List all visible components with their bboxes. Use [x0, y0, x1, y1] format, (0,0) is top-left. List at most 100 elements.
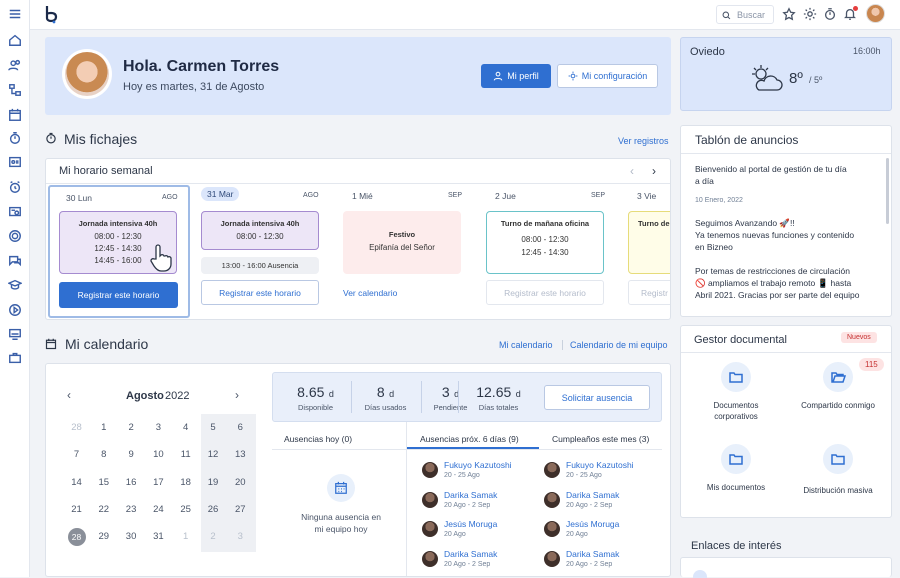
calendar-day[interactable]: 15	[90, 469, 117, 496]
calendar-day[interactable]: 2	[118, 414, 145, 441]
calendar-day[interactable]: 5	[200, 414, 227, 441]
play-icon[interactable]	[7, 302, 23, 318]
target-icon[interactable]	[7, 228, 23, 244]
see-records-link[interactable]: Ver registros	[618, 136, 669, 146]
calendar-day[interactable]: 13	[227, 441, 254, 468]
search-box[interactable]: Buscar	[716, 5, 774, 24]
absence-list-item[interactable]: Fukuyo Kazutoshi 20 - 25 Ago	[422, 460, 540, 486]
next-month-arrow[interactable]: ›	[235, 388, 239, 402]
calendar-day[interactable]: 28	[63, 414, 90, 441]
calendar-day[interactable]: 3	[145, 414, 172, 441]
absence-list-item[interactable]: Darika Samak 20 Ago - 2 Sep	[544, 549, 662, 575]
calendar-day[interactable]: 2	[200, 523, 227, 550]
shift-block[interactable]: Jornada intensiva 40h 08:00 - 12:30	[201, 211, 319, 250]
day-column-selected[interactable]: 30 Lun AGO Jornada intensiva 40h 08:00 -…	[48, 185, 190, 318]
register-schedule-button[interactable]: Registrar este horario	[201, 280, 319, 305]
calendar-day[interactable]: 21	[63, 496, 90, 523]
person-name[interactable]: Jesús Moruga	[566, 519, 619, 529]
chat-icon[interactable]	[7, 253, 23, 269]
calendar-day[interactable]: 11	[172, 441, 199, 468]
absence-dates: 20 Ago - 2 Sep	[566, 560, 613, 568]
calendar-day[interactable]: 31	[145, 523, 172, 550]
tab-absences-today[interactable]: Ausencias hoy (0)	[284, 434, 352, 444]
person-name[interactable]: Darika Samak	[566, 490, 619, 500]
org-chart-icon[interactable]	[7, 82, 23, 98]
tab-birthdays[interactable]: Cumpleaños este mes (3)	[552, 434, 649, 444]
absence-list-item[interactable]: Jesús Moruga 20 Ago	[422, 519, 540, 545]
calendar-day[interactable]: 22	[90, 496, 117, 523]
person-name[interactable]: Fukuyo Kazutoshi	[566, 460, 634, 470]
doc-folder-mine[interactable]: Mis documentos	[694, 444, 778, 500]
next-week-arrow[interactable]: ›	[652, 164, 656, 178]
home-icon[interactable]	[7, 32, 23, 48]
calendar-day[interactable]: 6	[227, 414, 254, 441]
register-schedule-button[interactable]: Registrar este horario	[59, 282, 178, 308]
alarm-icon[interactable]	[7, 179, 23, 195]
calendar-day[interactable]: 12	[200, 441, 227, 468]
monitor-icon[interactable]	[7, 326, 23, 342]
shift-block[interactable]: Turno de	[628, 211, 670, 274]
calendar-day[interactable]: 27	[227, 496, 254, 523]
id-card-icon[interactable]	[7, 154, 23, 170]
prev-month-arrow[interactable]: ‹	[67, 388, 71, 402]
shift-time: 12:45 - 14:30	[521, 248, 569, 257]
my-calendar-link[interactable]: Mi calendario	[499, 340, 553, 350]
calendar-day[interactable]: 9	[118, 441, 145, 468]
calendar-day[interactable]: 23	[118, 496, 145, 523]
gear-icon[interactable]	[803, 7, 817, 26]
my-config-button[interactable]: Mi configuración	[557, 64, 658, 88]
calendar-day[interactable]: 24	[145, 496, 172, 523]
calendar-day[interactable]: 3	[227, 523, 254, 550]
prev-week-arrow[interactable]: ‹	[630, 164, 634, 178]
calendar-icon[interactable]	[7, 107, 23, 123]
doc-folder-shared[interactable]: Compartido conmigo	[796, 362, 880, 428]
person-name[interactable]: Darika Samak	[566, 549, 619, 559]
doc-folder-distribution[interactable]: Distribución masiva	[796, 444, 880, 500]
user-avatar[interactable]	[866, 4, 885, 23]
absence-list-item[interactable]: Darika Samak 20 Ago - 2 Sep	[544, 490, 662, 516]
person-name[interactable]: Fukuyo Kazutoshi	[444, 460, 512, 470]
shift-block[interactable]: Turno de mañana oficina 08:00 - 12:30 12…	[486, 211, 604, 274]
calendar-day[interactable]: 30	[118, 523, 145, 550]
timer-icon[interactable]	[823, 7, 837, 26]
person-name[interactable]: Darika Samak	[444, 549, 497, 559]
calendar-day[interactable]: 17	[145, 469, 172, 496]
bizneo-logo[interactable]	[44, 4, 60, 24]
absence-list-item[interactable]: Jesús Moruga 20 Ago	[544, 519, 662, 545]
people-icon[interactable]	[7, 57, 23, 73]
menu-icon[interactable]	[7, 6, 23, 22]
scrollbar[interactable]	[886, 158, 889, 224]
calendar-day[interactable]: 1	[90, 414, 117, 441]
absence-list-item[interactable]: Darika Samak 20 Ago - 2 Sep	[422, 490, 540, 516]
calendar-day[interactable]: 20	[227, 469, 254, 496]
calendar-day[interactable]: 29	[90, 523, 117, 550]
request-absence-button[interactable]: Solicitar ausencia	[544, 385, 650, 410]
calendar-day[interactable]: 7	[63, 441, 90, 468]
my-profile-button[interactable]: Mi perfil	[481, 64, 551, 88]
person-name[interactable]: Darika Samak	[444, 490, 497, 500]
calendar-day[interactable]: 10	[145, 441, 172, 468]
see-calendar-link[interactable]: Ver calendario	[343, 288, 397, 298]
search-input[interactable]: Buscar	[737, 10, 765, 20]
graduation-icon[interactable]	[7, 277, 23, 293]
calendar-day[interactable]: 1	[172, 523, 199, 550]
certificate-icon[interactable]	[7, 204, 23, 220]
calendar-day[interactable]: 19	[200, 469, 227, 496]
calendar-day[interactable]: 4	[172, 414, 199, 441]
absence-list-item[interactable]: Darika Samak 20 Ago - 2 Sep	[422, 549, 540, 575]
calendar-day[interactable]: 25	[172, 496, 199, 523]
calendar-day[interactable]: 8	[90, 441, 117, 468]
calendar-day[interactable]: 28	[67, 527, 86, 546]
person-name[interactable]: Jesús Moruga	[444, 519, 497, 529]
team-calendar-link[interactable]: Calendario de mi equipo	[570, 340, 668, 350]
star-icon[interactable]	[782, 7, 796, 26]
calendar-day[interactable]: 26	[200, 496, 227, 523]
absence-list-item[interactable]: Fukuyo Kazutoshi 20 - 25 Ago	[544, 460, 662, 486]
calendar-day[interactable]: 14	[63, 469, 90, 496]
calendar-day[interactable]: 18	[172, 469, 199, 496]
doc-folder-corporate[interactable]: Documentos corporativos	[694, 362, 778, 428]
tab-upcoming-absences[interactable]: Ausencias próx. 6 días (9)	[420, 434, 519, 444]
briefcase-icon[interactable]	[7, 350, 23, 366]
stopwatch-icon[interactable]	[7, 130, 23, 146]
calendar-day[interactable]: 16	[118, 469, 145, 496]
